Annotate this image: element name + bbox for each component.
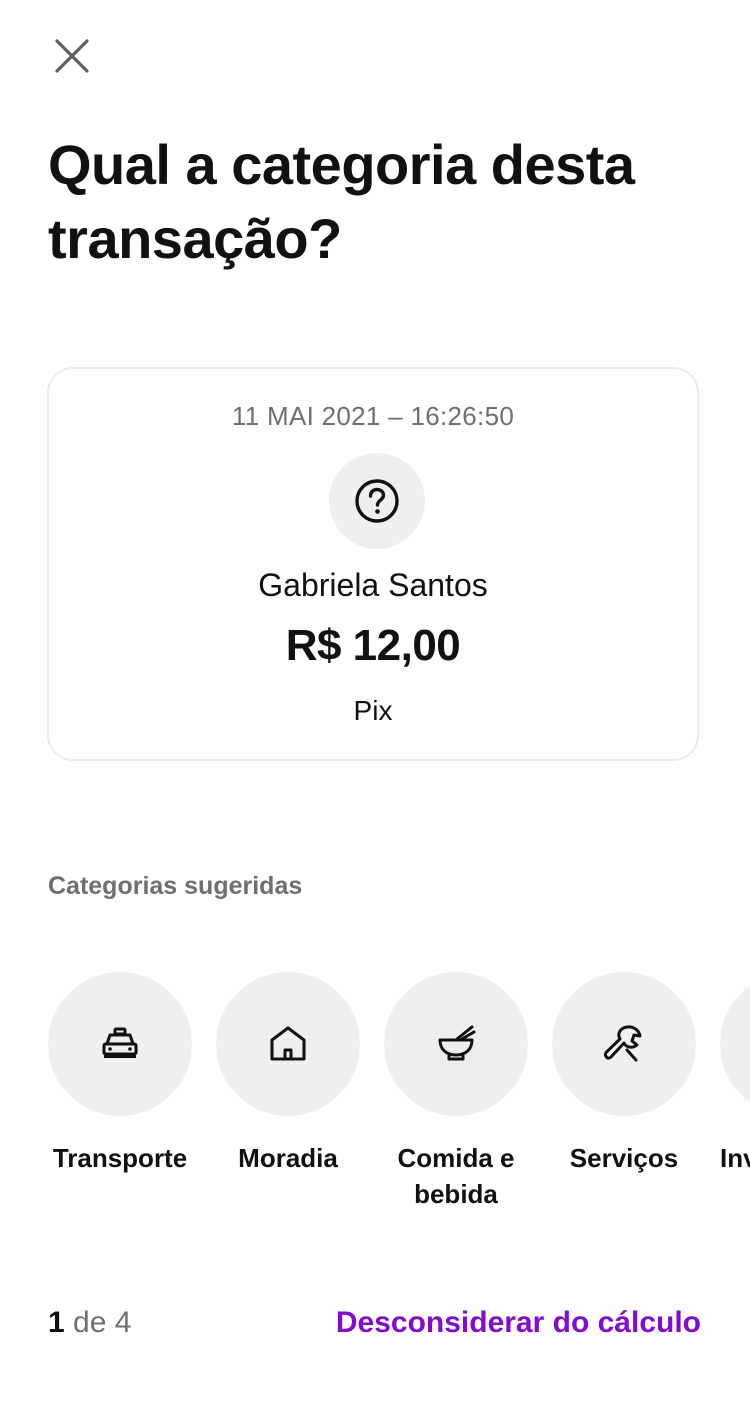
suggested-categories-label: Categorias sugeridas [48,872,303,900]
transaction-datetime: 11 MAI 2021 – 16:26:50 [231,401,515,431]
transaction-amount: R$ 12,00 [285,621,461,670]
transaction-recipient: Gabriela Santos [258,567,488,603]
category-label: Moradia [238,1143,338,1173]
category-icon-circle [384,972,528,1116]
category-icon-circle [552,972,696,1116]
close-button[interactable] [44,28,100,84]
discard-from-calculation-button[interactable]: Desconsiderar do cálculo [336,1306,701,1340]
wrench-icon [603,1025,642,1062]
category-comida-e-bebida[interactable]: Comida e bebida [384,972,528,1212]
category-icon-circle [48,972,192,1116]
bowl-icon [438,1025,476,1061]
transaction-method: Pix [353,695,393,726]
category-icon-circle [720,972,750,1116]
category-servicos[interactable]: Serviços [552,972,696,1176]
page-title: Qual a categoria desta transação? [48,133,635,270]
counter-current: 1 [48,1306,65,1339]
category-label: Serviços [569,1143,679,1173]
category-label: Inv [720,1143,750,1173]
category-label: Transporte [52,1143,188,1173]
category-label: Comida e bebida [397,1143,515,1209]
taxi-icon [102,1027,138,1058]
category-inv[interactable]: Inv [720,972,750,1176]
category-icon-circle [216,972,360,1116]
question-circle-icon [355,479,399,523]
counter-total: de 4 [64,1306,132,1339]
suggested-categories-list: Transporte Moradia Comida e bebida Servi… [48,972,750,1232]
transaction-counter: 1 de 4 [48,1306,131,1340]
transaction-card: 11 MAI 2021 – 16:26:50 Gabriela Santos R… [47,367,699,761]
close-icon [55,39,89,73]
category-moradia[interactable]: Moradia [216,972,360,1176]
house-icon [270,1026,306,1061]
category-transporte[interactable]: Transporte [48,972,192,1176]
transaction-category-avatar [329,453,425,549]
